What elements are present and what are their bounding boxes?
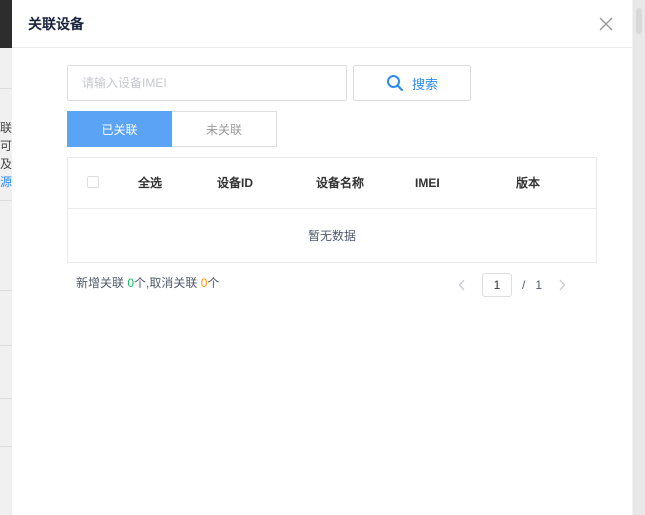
search-row: 搜索	[67, 65, 471, 101]
modal-header: 关联设备	[12, 0, 632, 48]
association-status: 新增关联 0个,取消关联 0个	[76, 274, 219, 291]
column-header-device-name: 设备名称	[316, 176, 365, 190]
status-removed-suffix: 个	[207, 276, 220, 290]
background-divider	[0, 345, 12, 346]
tab-associated[interactable]: 已关联	[67, 111, 172, 147]
pagination: / 1	[452, 273, 572, 297]
column-header-device-id: 设备ID	[217, 176, 254, 190]
background-text: 及	[0, 157, 12, 171]
background-text: 可	[0, 139, 12, 153]
close-button[interactable]	[596, 14, 616, 34]
imei-search-input[interactable]	[67, 65, 347, 101]
chevron-right-icon	[559, 279, 566, 291]
background-page-left: 联 可 及 源	[0, 0, 12, 515]
background-header	[0, 0, 12, 48]
column-header-select-all[interactable]: 全选	[138, 158, 162, 208]
column-header-version: 版本	[516, 176, 541, 190]
modal-title: 关联设备	[28, 15, 84, 32]
next-page-button[interactable]	[552, 274, 572, 296]
table-header: 全选 设备ID 设备名称 IMEI 版本	[68, 158, 596, 209]
column-header-imei: IMEI	[415, 176, 440, 190]
background-text: 联	[0, 121, 12, 135]
status-added-suffix: 个,取消关联	[134, 276, 201, 290]
background-divider	[0, 446, 12, 447]
associate-device-modal: 关联设备 搜索 已关联 未关联	[12, 0, 632, 515]
tab-label: 已关联	[101, 122, 138, 137]
status-added-prefix: 新增关联	[76, 276, 128, 290]
screen: 联 可 及 源 关联设备 搜索	[0, 0, 645, 515]
chevron-left-icon	[458, 279, 465, 291]
prev-page-button[interactable]	[452, 274, 472, 296]
tab-label: 未关联	[205, 122, 242, 137]
table-empty-row: 暂无数据	[307, 229, 356, 243]
background-link: 源	[0, 175, 12, 189]
tab-unassociated[interactable]: 未关联	[172, 111, 277, 147]
close-icon	[599, 17, 613, 30]
association-tabs: 已关联 未关联	[67, 111, 277, 147]
device-table: 全选 设备ID 设备名称 IMEI 版本 暂无数据	[67, 157, 597, 263]
search-button-label: 搜索	[411, 76, 438, 92]
page-number-input[interactable]	[482, 273, 512, 297]
search-icon	[386, 75, 404, 92]
scrollbar-thumb[interactable]	[636, 8, 642, 34]
page-separator: /	[522, 278, 526, 292]
select-all-checkbox[interactable]	[87, 176, 99, 188]
total-pages: 1	[535, 278, 543, 292]
background-divider	[0, 290, 12, 291]
search-button[interactable]: 搜索	[353, 65, 471, 101]
background-divider	[0, 398, 12, 399]
background-divider	[0, 200, 12, 201]
scrollbar[interactable]	[633, 0, 645, 515]
background-divider	[0, 88, 12, 89]
